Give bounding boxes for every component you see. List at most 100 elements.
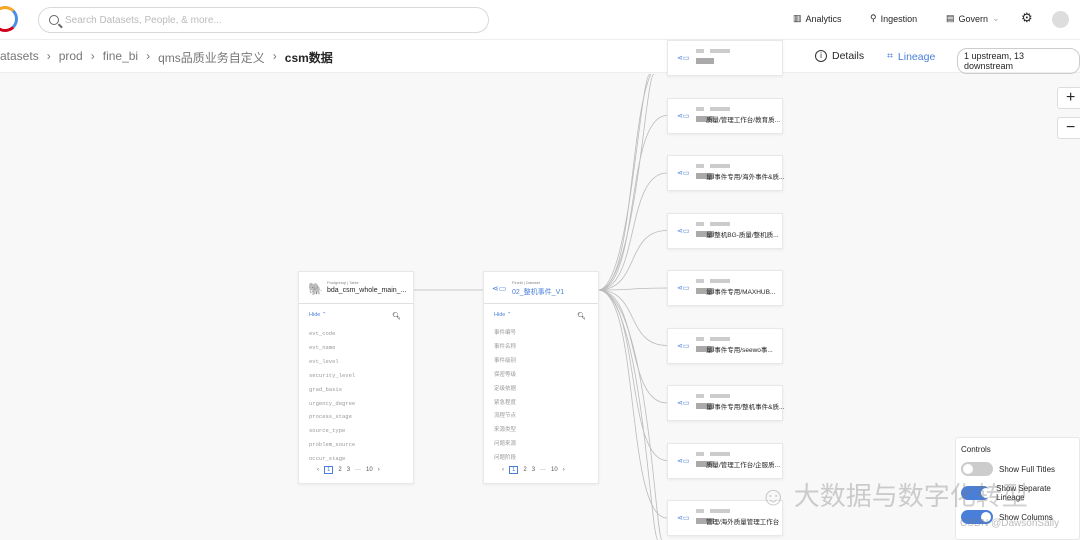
column-list: evt_code evt_name evt_level security_level g…: [309, 327, 355, 466]
column-item[interactable]: 问题阶段: [494, 452, 516, 466]
column-item[interactable]: evt_level: [309, 355, 355, 369]
search-icon: [49, 15, 59, 25]
column-item[interactable]: 来源类型: [494, 424, 516, 438]
search-input[interactable]: Search Datasets, People, & more...: [38, 7, 489, 33]
prev-page-button[interactable]: ‹: [502, 467, 504, 473]
column-item[interactable]: urgency_degree: [309, 397, 355, 411]
node-name: 量/事件专用/海外事件&质...: [706, 174, 785, 181]
downstream-node[interactable]: ⋖▭: [667, 40, 783, 76]
redacted-text: [696, 394, 730, 398]
tab-label: Details: [832, 50, 865, 62]
chevron-right-icon: ›: [146, 49, 151, 63]
column-item[interactable]: 问题来源: [494, 438, 516, 452]
redacted-text: [696, 164, 730, 168]
gear-icon[interactable]: ⚙: [1021, 10, 1033, 26]
nav-label: Analytics: [805, 13, 842, 24]
column-item[interactable]: 紧急程度: [494, 397, 516, 411]
edge-downstream: [597, 289, 659, 540]
tab-details[interactable]: i Details: [815, 50, 864, 62]
entity-type: Dataset: [526, 280, 540, 285]
next-page-button[interactable]: ›: [563, 467, 565, 473]
downstream-node[interactable]: ⋖▭ 量/事件专用/MAXHUB...: [667, 270, 783, 306]
finebi-icon: ⋖▭: [677, 285, 690, 292]
crumb[interactable]: prod: [59, 49, 83, 66]
node-name: bda_csm_whole_main_...: [327, 287, 407, 294]
page-button[interactable]: 2: [523, 467, 526, 473]
finebi-icon: ⋖▭: [677, 342, 690, 350]
column-item[interactable]: 定级依据: [494, 383, 516, 397]
node-name: 质量/管理工作台/企服质...: [706, 461, 781, 469]
page-button[interactable]: 1: [509, 466, 519, 474]
node-name: 质量/管理工作台/教育质...: [706, 116, 781, 124]
page-button[interactable]: 10: [551, 467, 558, 473]
edge-downstream: [597, 115, 668, 291]
pagination: ‹ 1 2 3 ··· 10 ›: [502, 466, 565, 474]
plug-icon: ⚲: [870, 13, 877, 23]
page-button[interactable]: 3: [532, 467, 535, 473]
source-node[interactable]: 🐘 Postgresql | Table bda_csm_whole_main_…: [298, 271, 414, 484]
edge-downstream: [597, 289, 668, 461]
column-item[interactable]: occur_stage: [309, 452, 355, 466]
column-item[interactable]: 流程节点: [494, 410, 516, 424]
nav-ingestion[interactable]: ⚲ Ingestion: [870, 13, 917, 24]
finebi-icon: ⋖▭: [677, 227, 690, 235]
crumb[interactable]: qms品质业务自定义: [158, 49, 265, 66]
column-item[interactable]: evt_name: [309, 341, 355, 355]
finebi-icon: ⋖▭: [492, 284, 507, 293]
column-item[interactable]: source_type: [309, 424, 355, 438]
downstream-node[interactable]: ⋖▭ 量/事件专用/海外事件&质...: [667, 155, 785, 191]
search-placeholder: Search Datasets, People, & more...: [65, 14, 222, 26]
edge-downstream: [597, 74, 651, 291]
next-page-button[interactable]: ›: [378, 467, 380, 473]
nav-govern[interactable]: ▤ Govern ⌄: [946, 13, 1000, 24]
finebi-icon: ⋖▭: [677, 112, 690, 120]
page-button[interactable]: 3: [347, 467, 350, 473]
downstream-node[interactable]: ⋖▭ 量/事件专用/整机事件&质...: [667, 385, 784, 421]
column-item[interactable]: problem_source: [309, 438, 355, 452]
column-item[interactable]: process_stage: [309, 410, 355, 424]
wechat-icon: ☺: [760, 481, 787, 511]
zoom-out-button[interactable]: −: [1057, 117, 1080, 139]
dataset-node[interactable]: ⋖▭ Finebi | Dataset 02_整机事件_V1 Hide ⌃ 🔍︎…: [483, 271, 599, 484]
page-button[interactable]: 2: [338, 467, 341, 473]
lineage-canvas[interactable]: 🐘 Postgresql | Table bda_csm_whole_main_…: [0, 40, 1080, 540]
page-button[interactable]: 10: [366, 467, 373, 473]
nav-label: Ingestion: [880, 13, 918, 24]
entity-type: Table: [349, 280, 359, 285]
chevron-right-icon: ›: [46, 49, 51, 63]
page-button[interactable]: ···: [355, 467, 361, 473]
column-item[interactable]: 事件编号: [494, 327, 516, 341]
zoom-in-button[interactable]: +: [1057, 87, 1080, 109]
redacted-text: [696, 106, 730, 111]
downstream-node[interactable]: ⋖▭ 质量/管理工作台/教育质...: [667, 97, 783, 134]
crumb[interactable]: fine_bi: [103, 49, 138, 66]
watermark: ☺ 大数据与数字化转型: [760, 481, 1028, 511]
downstream-node[interactable]: ⋖▭ 量/整机BG-质量/整机质...: [667, 212, 783, 249]
edge-downstream: [597, 289, 668, 346]
column-item[interactable]: 保密等级: [494, 369, 516, 383]
avatar[interactable]: [1052, 11, 1069, 28]
column-item[interactable]: 事件级别: [494, 355, 516, 369]
node-name: 02_整机事件_V1: [512, 289, 565, 296]
hide-columns-toggle[interactable]: Hide ⌃: [309, 312, 326, 318]
prev-page-button[interactable]: ‹: [317, 467, 319, 473]
crumb[interactable]: atasets: [0, 49, 39, 66]
column-item[interactable]: evt_code: [309, 327, 355, 341]
downstream-node[interactable]: ⋖▭ 量/事件专用/seewo事...: [667, 327, 783, 364]
logo[interactable]: [0, 6, 18, 32]
tab-lineage[interactable]: ⌗ Lineage: [887, 50, 935, 63]
page-button[interactable]: 1: [324, 466, 334, 474]
nav-analytics[interactable]: ▥ Analytics: [793, 13, 842, 24]
tab-label: Lineage: [897, 50, 936, 63]
column-item[interactable]: security_level: [309, 369, 355, 383]
hide-columns-toggle[interactable]: Hide ⌃: [494, 312, 511, 318]
column-item[interactable]: 事件名称: [494, 341, 516, 355]
search-icon[interactable]: 🔍︎: [392, 312, 401, 320]
toggle-switch[interactable]: [961, 462, 993, 476]
column-item[interactable]: grad_basis: [309, 383, 355, 397]
downstream-node[interactable]: ⋖▭ 质量/管理工作台/企服质...: [667, 442, 783, 479]
page-button[interactable]: ···: [540, 467, 546, 473]
redacted-text: [696, 221, 730, 226]
search-icon[interactable]: 🔍︎: [577, 312, 586, 320]
control-toggle[interactable]: Show Full Titles: [961, 462, 1074, 476]
